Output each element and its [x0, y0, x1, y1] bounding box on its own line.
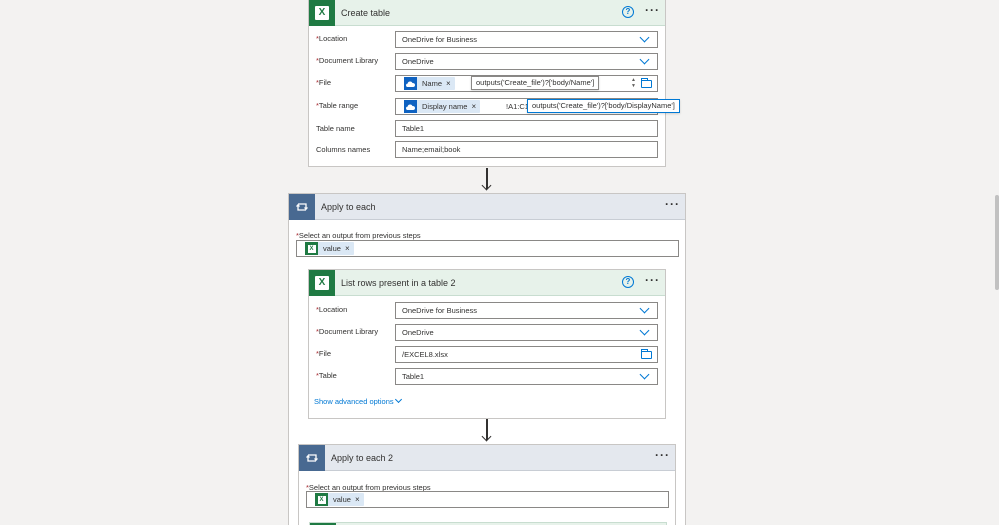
excel-icon: X	[305, 242, 318, 255]
location-dropdown[interactable]: OneDrive for Business	[395, 302, 658, 319]
location-label: *Location	[316, 305, 348, 314]
document-library-dropdown[interactable]: OneDrive	[395, 324, 658, 341]
chevron-down-icon	[639, 369, 650, 380]
table-dropdown[interactable]: Table1	[395, 368, 658, 385]
name-token[interactable]: Name ×	[404, 77, 455, 90]
table-label: *Table	[316, 371, 337, 380]
apply-to-each-header[interactable]: Apply to each ···	[289, 194, 685, 220]
location-label: *Location	[316, 34, 348, 43]
select-output-label: *Select an output from previous steps	[296, 231, 421, 240]
document-library-dropdown[interactable]: OneDrive	[395, 53, 658, 70]
excel-icon: X	[309, 270, 335, 296]
folder-icon[interactable]	[641, 78, 652, 88]
show-advanced-options-link[interactable]: Show advanced options	[314, 397, 394, 406]
remove-token-icon[interactable]: ×	[446, 79, 455, 88]
remove-token-icon[interactable]: ×	[355, 495, 364, 504]
table-name-input[interactable]: Table1	[395, 120, 658, 137]
help-icon[interactable]: ?	[622, 276, 634, 288]
chevron-down-icon	[639, 54, 650, 65]
more-options-icon[interactable]: ···	[655, 448, 670, 462]
apply-to-each-2-header[interactable]: Apply to each 2 ···	[299, 445, 675, 471]
loop-icon	[289, 194, 315, 220]
file-label: *File	[316, 349, 332, 358]
table-range-suffix: !A1:C1	[506, 102, 529, 111]
table-name-label: Table name	[316, 124, 355, 133]
chevron-down-icon	[639, 32, 650, 43]
chevron-down-icon[interactable]	[394, 395, 403, 404]
create-table-card: X Create table ? ··· *Location OneDrive …	[308, 0, 680, 167]
document-library-label: *Document Library	[316, 56, 379, 65]
scrollbar-thumb[interactable]	[995, 195, 999, 290]
columns-names-input[interactable]: Name;email;book	[395, 141, 658, 158]
value-token[interactable]: X value ×	[315, 493, 364, 506]
help-icon[interactable]: ?	[622, 6, 634, 18]
chevron-down-icon	[639, 303, 650, 314]
more-options-icon[interactable]: ···	[645, 273, 660, 287]
document-library-label: *Document Library	[316, 327, 379, 336]
more-options-icon[interactable]: ···	[645, 3, 660, 17]
list-rows-header[interactable]: X List rows present in a table 2 ? ···	[309, 270, 665, 296]
create-table-header[interactable]: X Create table ? ···	[309, 0, 665, 26]
columns-names-label: Columns names	[316, 145, 371, 154]
file-expression-tooltip: outputs('Create_file')?['body/Name']	[471, 76, 600, 90]
excel-icon: X	[315, 493, 328, 506]
remove-token-icon[interactable]: ×	[345, 244, 354, 253]
folder-icon[interactable]	[641, 349, 652, 359]
table-range-label: *Table range	[316, 101, 359, 110]
loop-icon	[299, 445, 325, 471]
file-input[interactable]: /EXCEL8.xlsx	[395, 346, 658, 363]
location-dropdown[interactable]: OneDrive for Business	[395, 31, 658, 48]
page-scrollbar[interactable]	[994, 0, 999, 525]
card-title: Apply to each	[321, 202, 376, 212]
arrow-down-icon	[481, 180, 492, 191]
card-title: Create table	[341, 8, 391, 18]
list-rows-card: X List rows present in a table 2 ? ··· *…	[308, 269, 666, 419]
onedrive-icon	[404, 100, 417, 113]
table-range-expression-tooltip: outputs('Create_file')?['body/DisplayNam…	[527, 99, 680, 113]
card-title: List rows present in a table 2	[341, 278, 456, 288]
display-name-token[interactable]: Display name ×	[404, 100, 481, 113]
onedrive-icon	[404, 77, 417, 90]
remove-token-icon[interactable]: ×	[471, 102, 480, 111]
scroll-arrows[interactable]: ▲ ▼	[631, 77, 636, 89]
card-title: Apply to each 2	[331, 453, 394, 463]
excel-icon: X	[309, 0, 335, 26]
file-label: *File	[316, 78, 332, 87]
apply-to-each-2-card: Apply to each 2 ··· *Select an output fr…	[298, 444, 676, 525]
value-token[interactable]: X value ×	[305, 242, 354, 255]
chevron-down-icon	[639, 325, 650, 336]
more-options-icon[interactable]: ···	[665, 197, 680, 211]
